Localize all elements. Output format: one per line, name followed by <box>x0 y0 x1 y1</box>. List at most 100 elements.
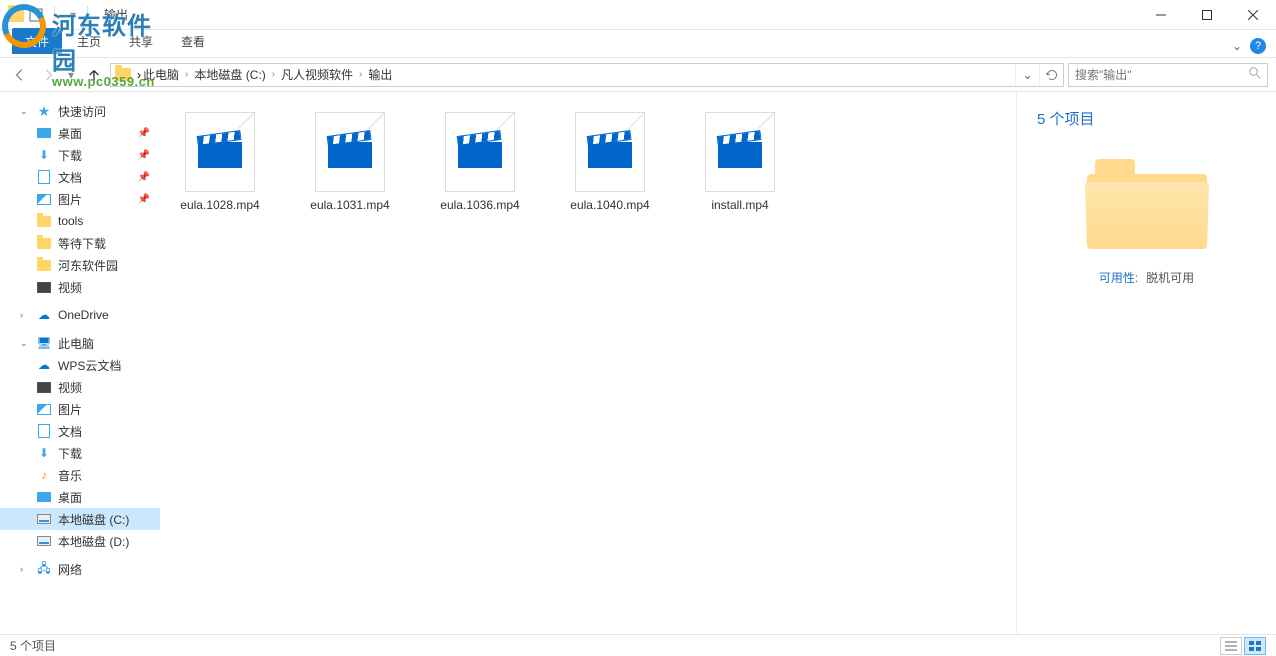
crumb-folder1[interactable]: 凡人视频软件 <box>279 66 355 83</box>
desktop-icon <box>37 128 51 138</box>
sidebar-item-desktop2[interactable]: 桌面 <box>0 486 160 508</box>
pin-icon: 📌 <box>138 150 150 161</box>
file-item[interactable]: eula.1036.mp4 <box>430 112 530 212</box>
ribbon-tabs: 文件 主页 共享 查看 ⌄ ? <box>0 30 1276 54</box>
view-details-button[interactable] <box>1220 637 1242 655</box>
sidebar-label: 桌面 <box>58 125 82 142</box>
sidebar-network[interactable]: ›🖧网络 <box>0 558 160 580</box>
sidebar-label: 网络 <box>58 561 82 578</box>
file-list[interactable]: eula.1028.mp4 eula.1031.mp4 eula.1036.mp… <box>160 92 1016 634</box>
sidebar-item-drivec[interactable]: 本地磁盘 (C:) <box>0 508 160 530</box>
minimize-button[interactable] <box>1138 0 1184 30</box>
sidebar-quick-access[interactable]: ⌄★快速访问 <box>0 100 160 122</box>
address-folder-icon <box>115 68 131 81</box>
file-item[interactable]: eula.1028.mp4 <box>170 112 270 212</box>
file-name: eula.1028.mp4 <box>180 198 259 212</box>
nav-back-button[interactable] <box>8 63 32 87</box>
file-thumbnail <box>575 112 645 192</box>
search-icon[interactable] <box>1249 67 1261 82</box>
sidebar-item-hedong[interactable]: 河东软件园 <box>0 254 160 276</box>
titlebar: ▾ 输出 <box>0 0 1276 30</box>
music-icon: ♪ <box>36 467 52 483</box>
sidebar-label: 河东软件园 <box>58 257 118 274</box>
tab-home[interactable]: 主页 <box>64 28 114 54</box>
tab-view[interactable]: 查看 <box>168 28 218 54</box>
folder-icon <box>37 260 51 271</box>
address-dropdown-button[interactable]: ⌄ <box>1015 64 1039 86</box>
chevron-right-icon[interactable]: › <box>181 69 192 80</box>
nav-forward-button[interactable] <box>36 63 60 87</box>
refresh-button[interactable] <box>1039 64 1063 86</box>
navigation-sidebar: ⌄★快速访问 桌面📌 ⬇下载📌 文档📌 图片📌 tools 等待下载 河东软件园… <box>0 92 160 634</box>
pictures-icon <box>37 194 51 205</box>
sidebar-item-pictures2[interactable]: 图片 <box>0 398 160 420</box>
nav-history-dropdown[interactable]: ▾ <box>64 63 78 87</box>
sidebar-item-downloads2[interactable]: ⬇下载 <box>0 442 160 464</box>
view-icons-button[interactable] <box>1244 637 1266 655</box>
app-icon <box>8 8 24 22</box>
sidebar-thispc[interactable]: ⌄🖥此电脑 <box>0 332 160 354</box>
file-name: eula.1031.mp4 <box>310 198 389 212</box>
folder-icon <box>37 238 51 249</box>
nav-up-button[interactable] <box>82 63 106 87</box>
sidebar-label: 下载 <box>58 147 82 164</box>
availability-label: 可用性: <box>1099 269 1138 286</box>
breadcrumb: 此电脑› 本地磁盘 (C:)› 凡人视频软件› 输出 <box>141 66 394 83</box>
sidebar-item-downloads[interactable]: ⬇ 下载 📌 <box>0 144 160 166</box>
sidebar-item-wps[interactable]: ☁WPS云文档 <box>0 354 160 376</box>
chevron-right-icon[interactable]: › <box>355 69 366 80</box>
cloud-icon: ☁ <box>36 307 52 323</box>
sidebar-label: tools <box>58 214 83 228</box>
sidebar-item-waitdl[interactable]: 等待下载 <box>0 232 160 254</box>
tab-share[interactable]: 共享 <box>116 28 166 54</box>
sidebar-label: WPS云文档 <box>58 357 121 374</box>
video-file-icon <box>328 134 372 170</box>
qat-props-icon[interactable] <box>28 7 44 23</box>
address-bar[interactable]: › 此电脑› 本地磁盘 (C:)› 凡人视频软件› 输出 ⌄ <box>110 63 1064 87</box>
video-file-icon <box>198 134 242 170</box>
sidebar-item-music[interactable]: ♪音乐 <box>0 464 160 486</box>
sidebar-item-video2[interactable]: 视频 <box>0 376 160 398</box>
pc-icon: 🖥 <box>36 335 52 351</box>
navbar: ▾ › 此电脑› 本地磁盘 (C:)› 凡人视频软件› 输出 ⌄ <box>0 58 1276 92</box>
sidebar-label: 文档 <box>58 423 82 440</box>
pin-icon: 📌 <box>138 172 150 183</box>
sidebar-item-drived[interactable]: 本地磁盘 (D:) <box>0 530 160 552</box>
drive-icon <box>37 536 51 546</box>
ribbon-expand-icon[interactable]: ⌄ <box>1232 39 1242 53</box>
sidebar-item-video[interactable]: 视频 <box>0 276 160 298</box>
pictures-icon <box>37 404 51 415</box>
close-button[interactable] <box>1230 0 1276 30</box>
maximize-button[interactable] <box>1184 0 1230 30</box>
sidebar-item-tools[interactable]: tools <box>0 210 160 232</box>
crumb-drivec[interactable]: 本地磁盘 (C:) <box>192 66 267 83</box>
search-input[interactable] <box>1075 68 1249 82</box>
video-icon <box>37 282 51 293</box>
video-file-icon <box>458 134 502 170</box>
tab-file[interactable]: 文件 <box>12 28 62 54</box>
sidebar-label: 桌面 <box>58 489 82 506</box>
video-file-icon <box>718 134 762 170</box>
sidebar-label: 快速访问 <box>58 103 106 120</box>
status-bar: 5 个项目 <box>0 634 1276 656</box>
file-item[interactable]: eula.1040.mp4 <box>560 112 660 212</box>
file-item[interactable]: install.mp4 <box>690 112 790 212</box>
chevron-right-icon[interactable]: › <box>268 69 279 80</box>
file-item[interactable]: eula.1031.mp4 <box>300 112 400 212</box>
crumb-thispc[interactable]: 此电脑 <box>141 66 181 83</box>
sidebar-item-pictures[interactable]: 图片📌 <box>0 188 160 210</box>
crumb-folder2[interactable]: 输出 <box>366 66 394 83</box>
sidebar-item-desktop[interactable]: 桌面📌 <box>0 122 160 144</box>
sidebar-item-documents[interactable]: 文档📌 <box>0 166 160 188</box>
sidebar-label: 下载 <box>58 445 82 462</box>
help-icon[interactable]: ? <box>1250 38 1266 54</box>
sidebar-item-documents2[interactable]: 文档 <box>0 420 160 442</box>
qat-dropdown-icon[interactable]: ▾ <box>65 7 81 23</box>
download-icon: ⬇ <box>36 147 52 163</box>
sidebar-label: 视频 <box>58 379 82 396</box>
sidebar-label: 此电脑 <box>58 335 94 352</box>
file-thumbnail <box>185 112 255 192</box>
desktop-icon <box>37 492 51 502</box>
sidebar-onedrive[interactable]: ›☁OneDrive <box>0 304 160 326</box>
search-box[interactable] <box>1068 63 1268 87</box>
